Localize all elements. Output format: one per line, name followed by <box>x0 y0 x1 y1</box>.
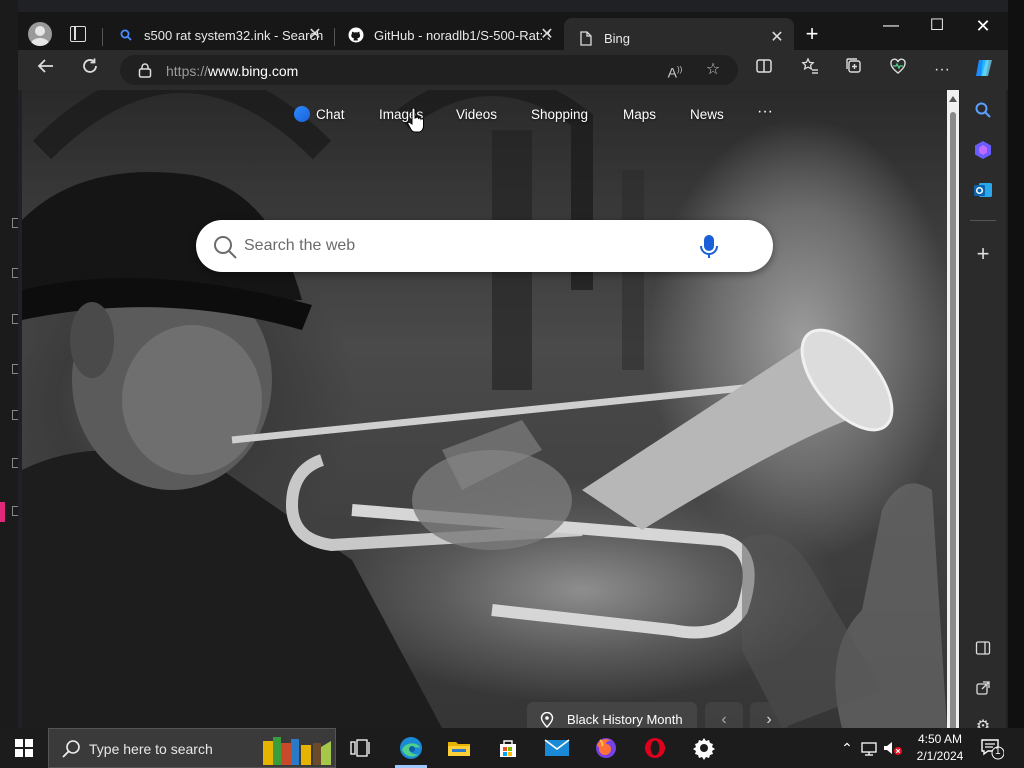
github-icon <box>348 27 364 43</box>
notification-count-badge: 1 <box>995 746 1001 757</box>
settings-icon[interactable] <box>680 728 728 768</box>
minimize-icon[interactable]: — <box>868 12 914 40</box>
task-view-icon[interactable] <box>336 728 384 768</box>
firefox-icon[interactable] <box>582 728 630 768</box>
microphone-icon[interactable] <box>696 232 722 260</box>
back-icon[interactable] <box>32 57 60 83</box>
add-sidebar-app-icon[interactable]: + <box>971 241 995 266</box>
nav-news[interactable]: News <box>690 105 724 125</box>
clock-time: 4:50 AM <box>917 732 963 746</box>
page-icon <box>578 30 594 46</box>
taskbar-clock[interactable]: 4:50 AM 2/1/2024 <box>912 731 968 765</box>
page-scrollbar[interactable] <box>947 90 959 732</box>
image-caption: Black History Month <box>567 712 683 727</box>
hide-sidebar-icon[interactable] <box>971 636 995 660</box>
background-photo-trumpet-player <box>22 90 947 728</box>
browser-essentials-icon[interactable] <box>884 57 912 83</box>
windows-taskbar: Type here to search ⌃ 4:50 AM 2/1/2024 1 <box>0 728 1024 768</box>
tab-title: s500 rat system32.ink - Search <box>144 27 324 43</box>
scrollbar-thumb[interactable] <box>950 112 956 732</box>
microsoft-store-icon[interactable] <box>484 728 532 768</box>
tab-search[interactable]: s500 rat system32.ink - Search ✕ <box>104 20 332 50</box>
image-info-button[interactable]: Black History Month <box>527 702 697 728</box>
close-tab-icon[interactable]: ✕ <box>538 26 556 44</box>
taskbar-search-placeholder: Type here to search <box>89 741 213 757</box>
browser-toolbar: https://www.bing.com A)) ☆ ··· <box>18 50 1008 90</box>
search-icon <box>214 236 237 259</box>
volume-muted-icon[interactable] <box>882 739 904 757</box>
edge-browser-window: s500 rat system32.ink - Search ✕ GitHub … <box>18 0 1008 732</box>
search-input[interactable] <box>244 234 684 258</box>
search-highlight-illustration-icon <box>263 737 331 765</box>
bing-search-box[interactable] <box>196 220 773 272</box>
opera-icon[interactable] <box>631 728 679 768</box>
new-tab-button[interactable]: + <box>800 23 824 47</box>
start-button[interactable] <box>0 728 48 768</box>
desktop-background-strip <box>0 0 18 728</box>
system-tray: ⌃ <box>838 728 904 768</box>
bing-homepage: Chat Images Videos Shopping Maps News ··… <box>22 90 947 728</box>
show-hidden-icons-chevron-icon[interactable]: ⌃ <box>838 740 856 757</box>
close-tab-icon[interactable]: ✕ <box>306 26 324 44</box>
nav-videos[interactable]: Videos <box>456 105 497 125</box>
external-link-icon[interactable] <box>971 676 995 700</box>
chat-bubble-icon <box>294 106 310 122</box>
read-aloud-icon[interactable]: A)) <box>664 59 686 81</box>
sidebar-discover-icon[interactable] <box>971 138 995 162</box>
favorites-icon[interactable] <box>796 57 824 83</box>
tab-title: Bing <box>604 30 631 46</box>
taskbar-search-box[interactable]: Type here to search <box>48 728 336 768</box>
scroll-up-icon[interactable] <box>949 96 957 102</box>
nav-maps[interactable]: Maps <box>623 105 656 125</box>
tab-actions-icon[interactable] <box>70 26 86 42</box>
bing-nav: Chat Images Videos Shopping Maps News ··… <box>22 102 947 125</box>
profile-avatar[interactable] <box>28 22 52 46</box>
split-screen-icon[interactable] <box>750 57 778 83</box>
location-pin-icon <box>540 712 554 728</box>
copilot-icon[interactable] <box>970 57 998 83</box>
file-explorer-icon[interactable] <box>435 728 483 768</box>
hand-cursor-icon <box>407 108 424 133</box>
clock-date: 2/1/2024 <box>916 749 964 763</box>
notification-center-icon[interactable]: 1 <box>980 736 1005 760</box>
desktop-screen: s500 rat system32.ink - Search ✕ GitHub … <box>0 0 1024 768</box>
more-options-icon[interactable]: ··· <box>928 57 956 83</box>
tab-github[interactable]: GitHub - noradlb1/S-500-Rat: S ✕ <box>334 20 564 50</box>
mail-icon[interactable] <box>533 728 581 768</box>
edge-sidebar: + ⚙ <box>960 90 1006 735</box>
windows-logo-icon <box>15 739 33 757</box>
close-tab-icon[interactable]: ✕ <box>768 29 786 47</box>
network-icon[interactable] <box>860 739 880 757</box>
tab-title: GitHub - noradlb1/S-500-Rat: S <box>374 27 550 43</box>
maximize-icon[interactable]: ☐ <box>914 12 960 40</box>
sidebar-search-icon[interactable] <box>971 98 995 122</box>
refresh-icon[interactable] <box>76 57 104 83</box>
collections-icon[interactable] <box>840 57 868 83</box>
close-window-icon[interactable]: ✕ <box>960 12 1006 40</box>
nav-more[interactable]: ··· <box>757 102 773 122</box>
outlook-icon[interactable] <box>971 178 995 202</box>
address-bar[interactable]: https://www.bing.com A)) ☆ <box>120 55 738 85</box>
lock-icon[interactable] <box>138 62 152 78</box>
previous-image-button[interactable]: ‹ <box>705 702 743 728</box>
taskbar-edge-icon[interactable] <box>387 728 435 768</box>
next-image-button[interactable]: › <box>750 702 788 728</box>
nav-shopping[interactable]: Shopping <box>531 105 588 125</box>
search-icon <box>62 740 80 758</box>
favorite-star-icon[interactable]: ☆ <box>702 59 724 81</box>
search-icon <box>118 27 134 43</box>
nav-chat[interactable]: Chat <box>294 105 345 125</box>
url-text: https://www.bing.com <box>166 63 299 79</box>
